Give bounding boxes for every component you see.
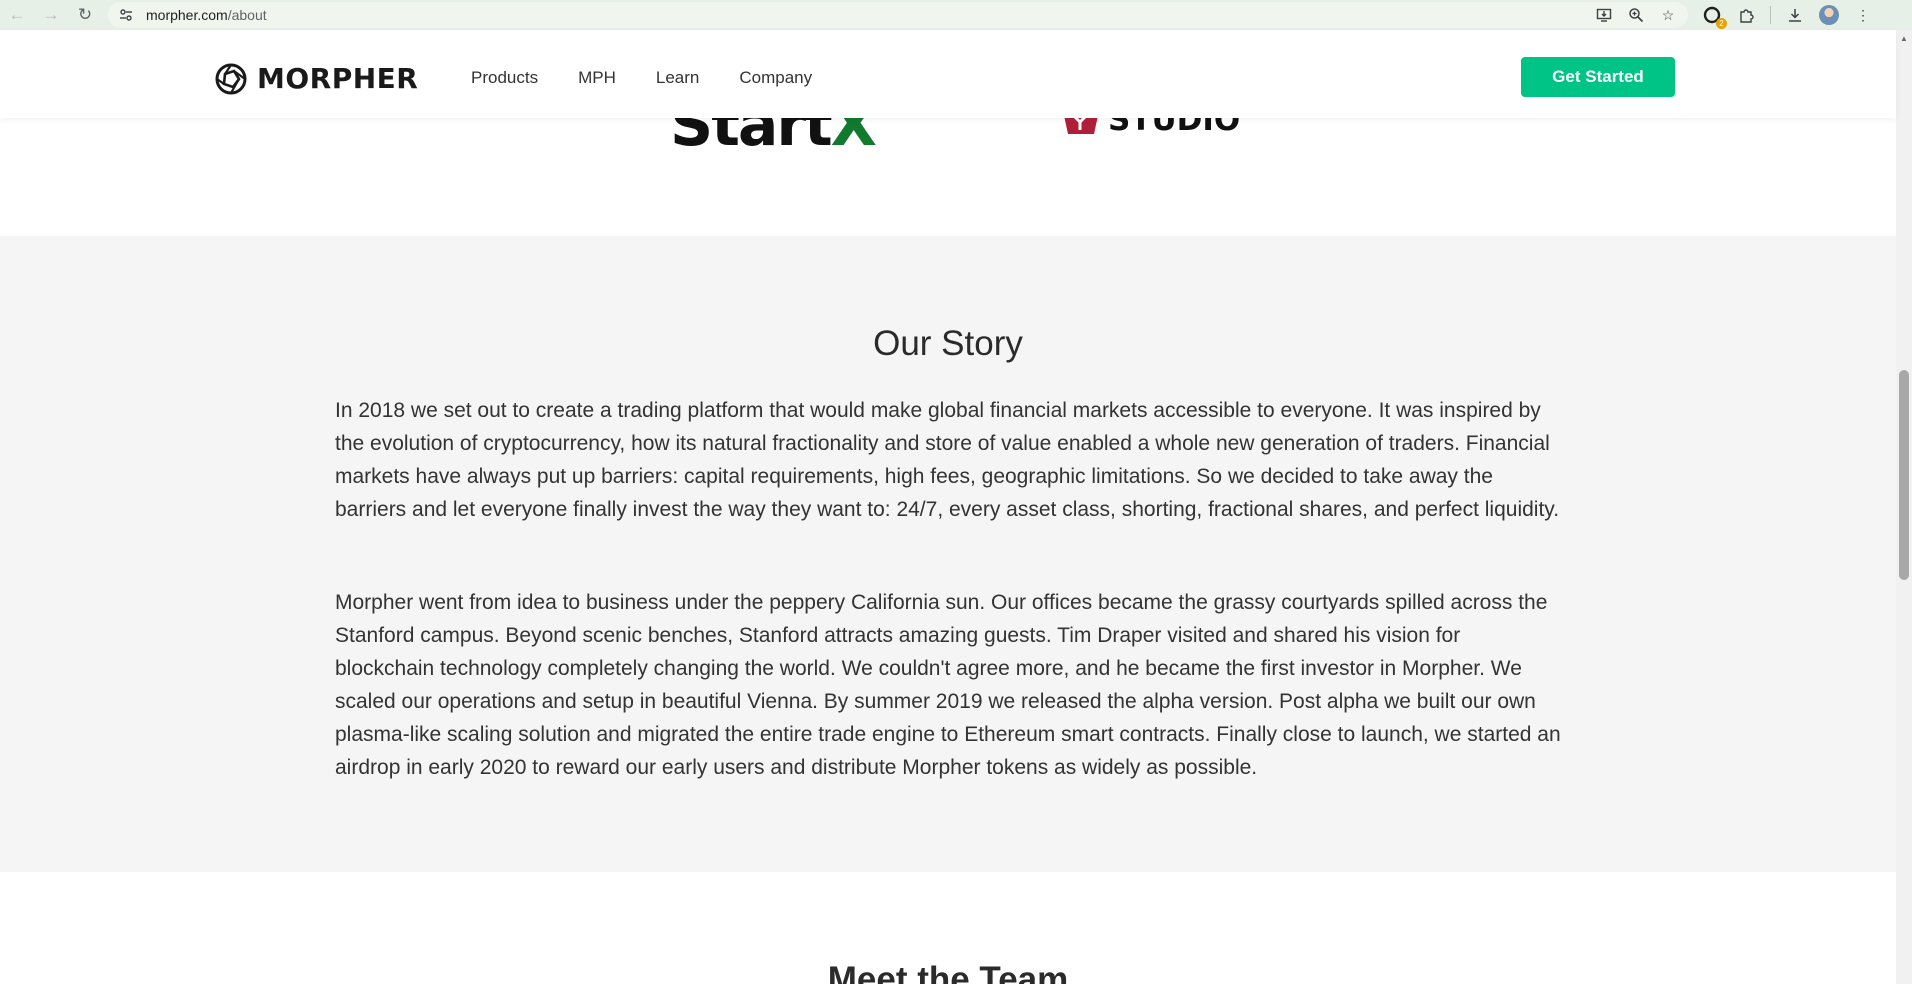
zoom-icon[interactable] <box>1626 5 1646 25</box>
startx-main: Start <box>670 118 833 160</box>
site-header: MORPHER Products MPH Learn Company Get S… <box>0 30 1896 118</box>
profile-avatar[interactable] <box>1819 5 1839 25</box>
browser-toolbar: ← → ↻ morpher.com/about ☆ 2 ⋮ <box>0 0 1912 30</box>
extension-icon[interactable]: 2 <box>1702 5 1727 29</box>
our-story-title: Our Story <box>873 324 1023 363</box>
url-path: /about <box>227 7 267 23</box>
nav-learn[interactable]: Learn <box>656 68 699 88</box>
nav-mph[interactable]: MPH <box>578 68 616 88</box>
partner-logos: StartX STUDIO <box>0 118 1896 236</box>
nav-company[interactable]: Company <box>739 68 812 88</box>
address-bar[interactable]: morpher.com/about ☆ <box>108 2 1688 28</box>
page-scrollbar[interactable]: ▲ <box>1896 30 1912 984</box>
story-paragraph-2: Morpher went from idea to business under… <box>335 591 1561 779</box>
url-text[interactable]: morpher.com/about <box>146 7 267 23</box>
studio-mark-icon <box>1064 118 1098 134</box>
bookmark-star-icon[interactable]: ☆ <box>1658 5 1678 25</box>
startx-x: X <box>830 118 877 160</box>
reload-icon[interactable]: ↻ <box>68 0 102 30</box>
startx-logo[interactable]: StartX <box>670 118 877 160</box>
download-icon[interactable] <box>1785 5 1805 25</box>
kebab-menu-icon[interactable]: ⋮ <box>1853 5 1873 25</box>
forward-arrow-icon[interactable]: → <box>34 0 68 30</box>
our-story-section: Our Story In 2018 we set out to create a… <box>0 236 1896 872</box>
main-nav: Products MPH Learn Company <box>471 68 812 88</box>
back-arrow-icon[interactable]: ← <box>0 0 34 30</box>
studio-wordmark: STUDIO <box>1108 118 1241 138</box>
story-paragraph-1: In 2018 we set out to create a trading p… <box>335 399 1560 521</box>
site-info-icon[interactable] <box>118 7 134 23</box>
studio-logo[interactable]: STUDIO <box>1060 118 1240 138</box>
get-started-button[interactable]: Get Started <box>1521 57 1675 97</box>
nav-products[interactable]: Products <box>471 68 538 88</box>
meet-team-title: Meet the Team <box>827 960 1069 984</box>
logo-wordmark: MORPHER <box>257 62 419 95</box>
install-app-icon[interactable] <box>1594 5 1614 25</box>
meet-team-section: Meet the Team <box>0 872 1896 984</box>
puzzle-icon[interactable] <box>1736 5 1756 25</box>
scrollbar-thumb[interactable] <box>1899 370 1909 580</box>
morpher-logo[interactable]: MORPHER <box>215 62 418 95</box>
toolbar-divider <box>1770 6 1771 24</box>
extension-badge: 2 <box>1716 18 1727 29</box>
morpher-logo-icon <box>215 63 247 94</box>
scroll-up-arrow-icon[interactable]: ▲ <box>1896 30 1912 46</box>
url-host: morpher.com <box>146 7 228 23</box>
